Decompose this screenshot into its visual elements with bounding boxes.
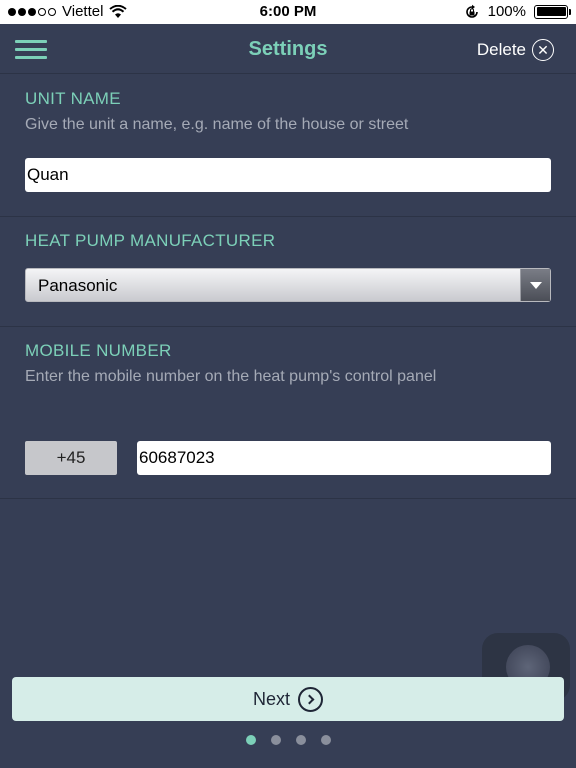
rotation-lock-icon — [465, 4, 478, 18]
chevron-down-icon — [529, 281, 542, 289]
manufacturer-title: HEAT PUMP MANUFACTURER — [25, 231, 276, 250]
mobile-title: MOBILE NUMBER — [25, 341, 172, 360]
delete-label: Delete — [476, 40, 526, 59]
battery-icon — [534, 4, 571, 19]
mobile-section: MOBILE NUMBER Enter the mobile number on… — [0, 327, 576, 499]
page-dot — [245, 735, 256, 745]
country-code-label: +45 — [56, 448, 86, 467]
chevron-right-circle-icon — [298, 686, 323, 712]
dropdown-arrow — [520, 269, 550, 301]
status-right: 100% — [464, 3, 571, 20]
status-bar: Viettel 6:00 PM 100% — [0, 0, 576, 24]
unit-name-title: UNIT NAME — [25, 89, 121, 108]
nav-bar: Settings Delete ✕ — [0, 24, 576, 74]
next-label: Next — [252, 688, 290, 709]
unit-name-section: UNIT NAME Give the unit a name, e.g. nam… — [0, 75, 576, 217]
battery-fill — [536, 7, 566, 16]
mobile-number-input[interactable] — [137, 441, 551, 475]
manufacturer-section: HEAT PUMP MANUFACTURER Panasonic — [0, 217, 576, 327]
manufacturer-select[interactable]: Panasonic — [25, 268, 551, 302]
unit-name-description: Give the unit a name, e.g. name of the h… — [25, 116, 409, 133]
close-circle-icon: ✕ — [532, 39, 554, 61]
delete-button[interactable]: Delete ✕ — [477, 39, 554, 61]
unit-name-input[interactable] — [25, 158, 551, 192]
country-code-button[interactable]: +45 — [25, 441, 117, 475]
mobile-description: Enter the mobile number on the heat pump… — [25, 368, 437, 385]
page-dot — [270, 735, 281, 745]
page-dot — [295, 735, 306, 745]
next-button[interactable]: Next — [12, 677, 564, 721]
page-indicator — [0, 735, 576, 745]
chevron-right-icon — [304, 694, 314, 704]
page-dot — [320, 735, 331, 745]
battery-percent: 100% — [487, 3, 526, 20]
manufacturer-selected-value: Panasonic — [38, 276, 118, 295]
